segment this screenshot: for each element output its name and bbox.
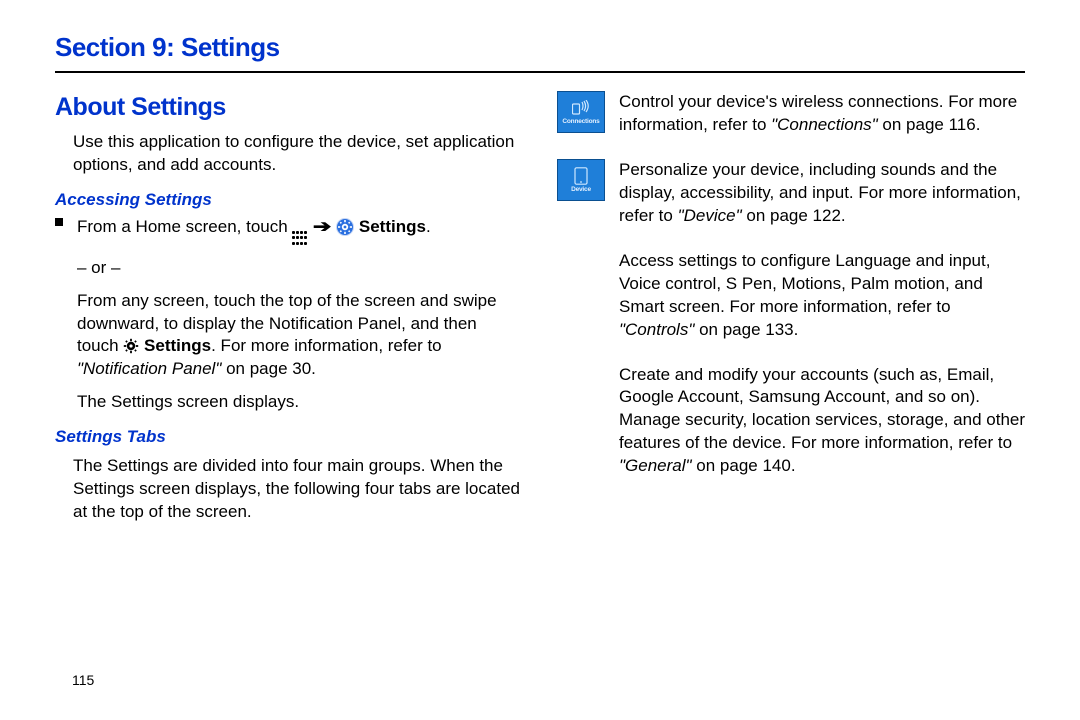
text: . For more information, refer to <box>211 336 442 355</box>
horizontal-rule <box>55 71 1025 73</box>
text: on page 140. <box>692 456 796 475</box>
icon-caption: Connections <box>562 119 599 126</box>
text: From a Home screen, touch <box>77 217 292 236</box>
text: Access settings to configure Language an… <box>619 251 990 316</box>
document-page: Section 9: Settings About Settings Use t… <box>0 0 1080 720</box>
text: on page 133. <box>694 320 798 339</box>
wireless-icon <box>572 99 590 117</box>
tablet-icon <box>572 167 590 185</box>
general-row: Create and modify your accounts (such as… <box>557 364 1025 489</box>
connections-row: Connections Control your device's wirele… <box>557 91 1025 147</box>
step-home: From a Home screen, touch ➔ <box>77 216 523 247</box>
device-row: Device Personalize your device, includin… <box>557 159 1025 238</box>
cross-ref: "Controls" <box>619 320 694 339</box>
about-heading: About Settings <box>55 91 523 125</box>
section-title: Section 9: Settings <box>55 30 1025 65</box>
text: on page 122. <box>742 206 846 225</box>
result-line: The Settings screen displays. <box>77 391 523 414</box>
cross-ref: "Connections" <box>771 115 878 134</box>
accessing-heading: Accessing Settings <box>55 189 523 212</box>
apps-icon <box>292 231 308 247</box>
about-intro: Use this application to configure the de… <box>73 131 523 177</box>
icon-caption: Device <box>571 187 591 194</box>
settings-gear-icon <box>336 218 354 236</box>
page-number: 115 <box>72 671 94 690</box>
cross-ref: "General" <box>619 456 692 475</box>
controls-text: Access settings to configure Language an… <box>619 250 1025 342</box>
right-column: Connections Control your device's wirele… <box>557 91 1025 534</box>
or-separator: – or – <box>77 257 523 280</box>
text: . <box>426 217 431 236</box>
general-text: Create and modify your accounts (such as… <box>619 364 1025 479</box>
text: on page 30. <box>221 359 316 378</box>
cross-ref: "Device" <box>678 206 742 225</box>
bullet-icon <box>55 218 63 226</box>
device-tab-icon: Device <box>557 159 605 201</box>
left-column: About Settings Use this application to c… <box>55 91 523 534</box>
connections-text: Control your device's wireless connectio… <box>619 91 1025 137</box>
text: Create and modify your accounts (such as… <box>619 365 1025 453</box>
tabs-intro: The Settings are divided into four main … <box>73 455 523 524</box>
text: on page 116. <box>878 115 981 134</box>
tabs-heading: Settings Tabs <box>55 426 523 449</box>
settings-gear-icon <box>123 338 139 354</box>
settings-label: Settings <box>359 217 426 236</box>
step-swipe: From any screen, touch the top of the sc… <box>77 290 523 382</box>
device-text: Personalize your device, including sound… <box>619 159 1025 228</box>
controls-row: Access settings to configure Language an… <box>557 250 1025 352</box>
two-column-layout: About Settings Use this application to c… <box>55 91 1025 534</box>
connections-tab-icon: Connections <box>557 91 605 133</box>
settings-label: Settings <box>144 336 211 355</box>
arrow-right-icon: ➔ <box>313 216 332 239</box>
cross-ref: "Notification Panel" <box>77 359 221 378</box>
access-steps: From a Home screen, touch ➔ <box>77 216 523 415</box>
